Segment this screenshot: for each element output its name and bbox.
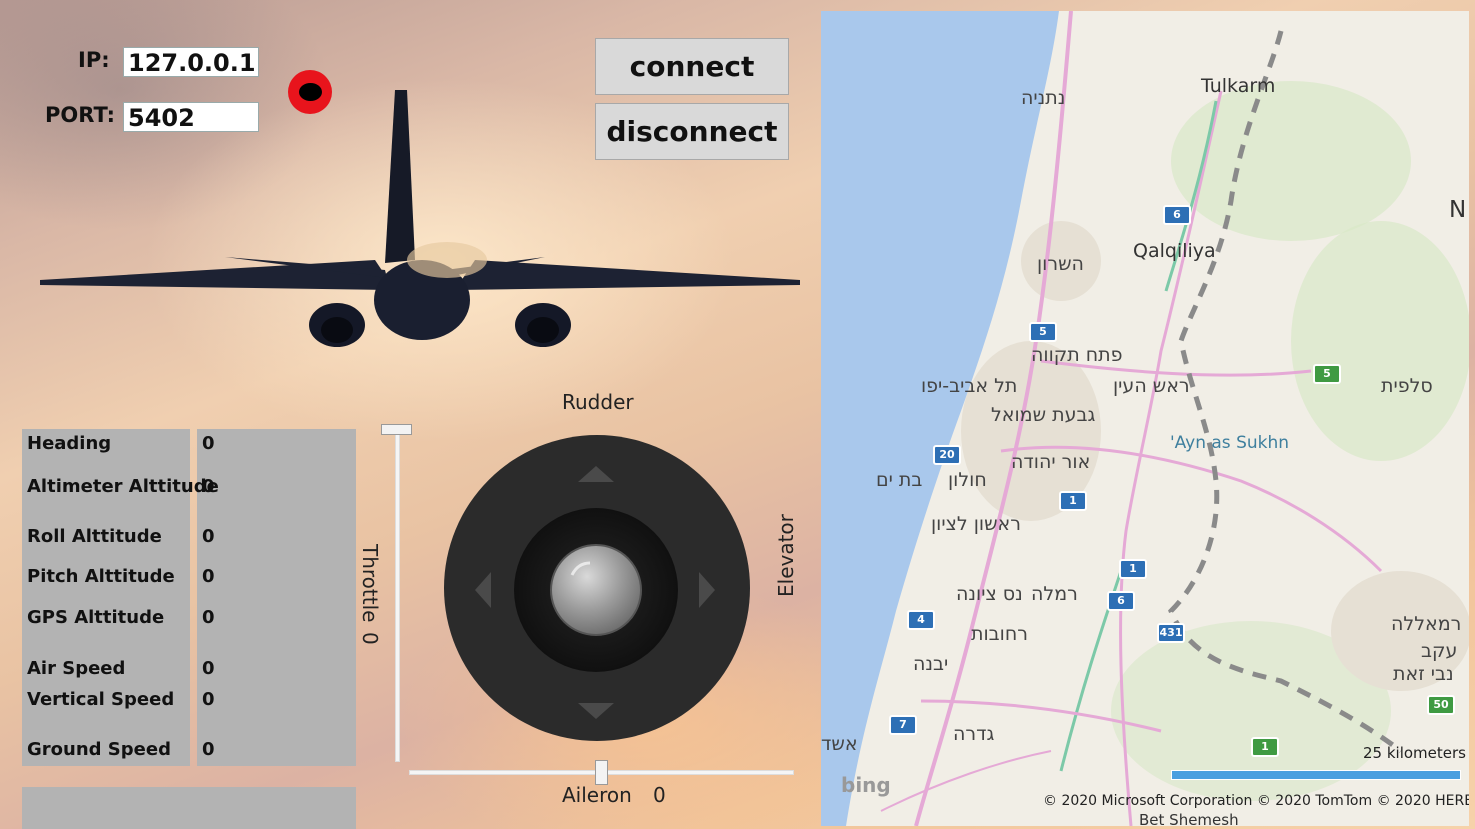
map-label-bet-shemesh: Bet Shemesh xyxy=(1139,811,1239,826)
route-shield: 20 xyxy=(933,445,961,465)
telemetry-label-roll: Roll Alttitude xyxy=(27,526,162,547)
map-label-netanya: נתניה xyxy=(1021,87,1066,109)
telemetry-label-ground-speed: Ground Speed xyxy=(27,739,171,760)
telemetry-value-altimeter: 0 xyxy=(202,476,215,497)
route-shield: 1 xyxy=(1119,559,1147,579)
map-label-ayn-as-sukhn: 'Ayn as Sukhn xyxy=(1170,433,1290,453)
map-label-rosh-haayin: ראש העין xyxy=(1113,375,1190,397)
map-label-hasharon: השרון xyxy=(1037,253,1084,275)
map-label-aqab: עקב xyxy=(1421,640,1458,662)
map-scale-bar xyxy=(1171,770,1461,780)
route-shield: 1 xyxy=(1059,491,1087,511)
telemetry-label-gps: GPS Alttitude xyxy=(27,607,165,628)
aileron-label: Aileron xyxy=(562,783,632,807)
route-shield: 7 xyxy=(889,715,917,735)
map-label-nabi: נבי זאת xyxy=(1393,663,1454,685)
throttle-value: 0 xyxy=(358,632,382,645)
route-shield: 4 xyxy=(907,610,935,630)
throttle-slider-thumb[interactable] xyxy=(381,424,412,435)
aileron-value: 0 xyxy=(653,783,666,807)
map-label-north: N xyxy=(1449,197,1467,223)
telemetry-label-altimeter: Altimeter Alttitude xyxy=(27,476,219,497)
map-label-tulkarm: Tulkarm xyxy=(1201,75,1276,97)
aileron-slider-thumb[interactable] xyxy=(595,760,608,785)
map-label-givat-shmuel: גבעת שמואל xyxy=(991,404,1096,426)
map-label-rehovot: רחובות xyxy=(971,623,1028,645)
telemetry-footer-panel xyxy=(22,787,356,829)
map-label-ashdod: אשד xyxy=(821,733,858,755)
map-label-holon: חולון xyxy=(948,469,987,491)
map-label-ramla: רמלה xyxy=(1031,583,1078,605)
bing-logo: bing xyxy=(841,773,891,797)
telemetry-value-roll: 0 xyxy=(202,526,215,547)
throttle-slider-track[interactable] xyxy=(395,432,400,762)
map-label-ness-ziona: נס ציונה xyxy=(956,583,1023,605)
map-label-rishon-lezion: ראשון לציון xyxy=(931,513,1021,535)
map-label-petah-tikva: פתח תקווה xyxy=(1031,344,1123,366)
route-shield: 50 xyxy=(1427,695,1455,715)
map-copyright: © 2020 Microsoft Corporation © 2020 TomT… xyxy=(1043,793,1469,809)
rudder-label: Rudder xyxy=(562,390,634,414)
telemetry-value-gps: 0 xyxy=(202,607,215,628)
elevator-label: Elevator xyxy=(774,514,798,597)
telemetry-label-airspeed: Air Speed xyxy=(27,658,126,679)
map-terrain xyxy=(821,11,1469,826)
joystick[interactable] xyxy=(444,435,751,742)
route-shield: 5 xyxy=(1029,322,1057,342)
map-label-or-yehuda: אור יהודה xyxy=(1011,451,1091,473)
telemetry-value-column xyxy=(197,429,356,766)
map-label-gedera: גדרה xyxy=(953,723,995,745)
map-scale-label: 25 kilometers xyxy=(1363,744,1466,762)
telemetry-label-heading: Heading xyxy=(27,433,112,454)
map-label-salfit: סלפית xyxy=(1381,375,1433,397)
telemetry-label-pitch: Pitch Alttitude xyxy=(27,566,175,587)
ip-input[interactable]: 127.0.0.1 xyxy=(123,47,259,77)
route-shield: 6 xyxy=(1163,205,1191,225)
telemetry-value-pitch: 0 xyxy=(202,566,215,587)
throttle-label: Throttle xyxy=(358,544,382,623)
ip-label: IP: xyxy=(78,48,110,72)
map-label-tel-aviv: תל אביב-יפו xyxy=(921,375,1018,397)
map-label-qalqiliya: Qalqiliya xyxy=(1133,240,1216,262)
map-view[interactable]: נתניה Tulkarm השרון Qalqiliya פתח תקווה … xyxy=(821,11,1469,826)
telemetry-value-heading: 0 xyxy=(202,433,215,454)
airplane-image xyxy=(40,90,800,347)
map-label-bat-yam: בת ים xyxy=(876,469,923,491)
route-shield: 5 xyxy=(1313,364,1341,384)
telemetry-value-airspeed: 0 xyxy=(202,658,215,679)
telemetry-value-ground-speed: 0 xyxy=(202,739,215,760)
telemetry-label-vertical-speed: Vertical Speed xyxy=(27,689,175,710)
telemetry-value-vertical-speed: 0 xyxy=(202,689,215,710)
route-shield: 6 xyxy=(1107,591,1135,611)
route-shield: 1 xyxy=(1251,737,1279,757)
map-label-yavne: יבנה xyxy=(913,653,949,675)
route-shield: 431 xyxy=(1157,623,1185,643)
map-label-ramallah: רמאללה xyxy=(1391,613,1462,635)
